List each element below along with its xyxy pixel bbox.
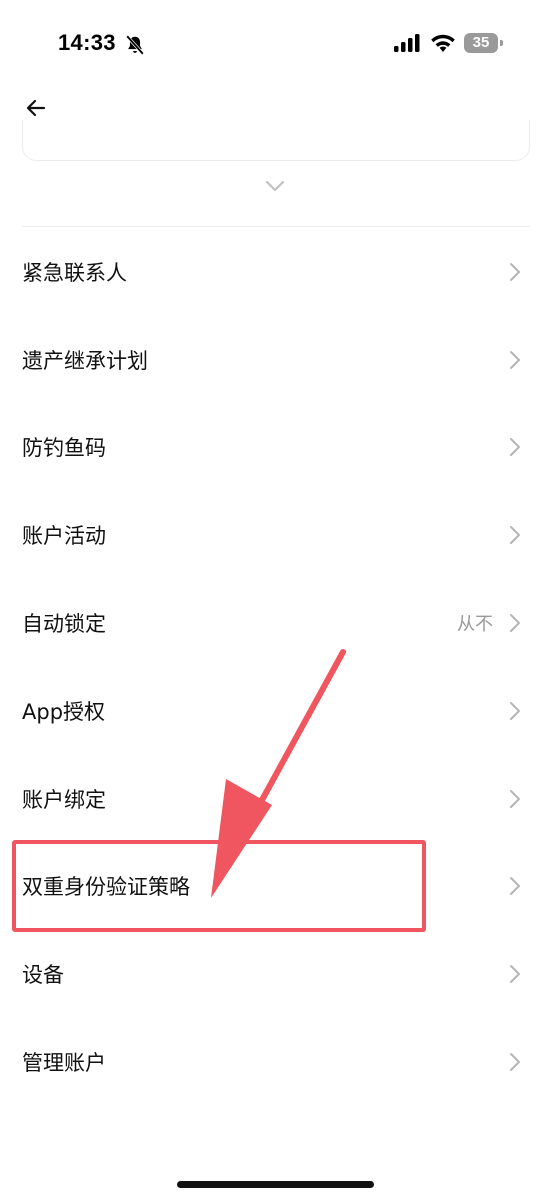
menu-item-auto-lock[interactable]: 自动锁定 从不 [0, 579, 551, 667]
menu-item-account-activity[interactable]: 账户活动 [0, 491, 551, 579]
menu-item-label: 紧急联系人 [22, 260, 127, 285]
menu-item-2fa-policy[interactable]: 双重身份验证策略 [0, 843, 551, 931]
chevron-right-icon [510, 1053, 520, 1072]
menu-item-label: App授权 [22, 699, 106, 724]
wifi-icon [431, 34, 455, 52]
menu-item-devices[interactable]: 设备 [0, 930, 551, 1018]
chevron-right-icon [510, 438, 520, 457]
chevron-right-icon [510, 526, 520, 545]
battery-level: 35 [464, 33, 498, 53]
signal-icon [394, 34, 420, 52]
menu-item-manage-account[interactable]: 管理账户 [0, 1018, 551, 1106]
status-time: 14:33 [58, 30, 116, 55]
auto-lock-value: 从不 [457, 614, 493, 636]
home-indicator[interactable] [177, 1181, 374, 1188]
menu-item-account-binding[interactable]: 账户绑定 [0, 755, 551, 843]
chevron-right-icon [510, 789, 520, 808]
chevron-right-icon [510, 614, 520, 633]
menu-item-label: 设备 [22, 963, 64, 988]
battery-tip [500, 40, 503, 46]
chevron-right-icon [510, 350, 520, 369]
chevron-right-icon [510, 877, 520, 896]
settings-menu-list: 紧急联系人 遗产继承计划 防钓鱼码 账户活动 自动锁定 从不 App授权 账户绑… [0, 228, 551, 1106]
screen: 14:33 35 紧急联系人 遗产继承计划 防钓鱼码 账户活动 自动锁定 从不 … [0, 0, 551, 1200]
menu-item-inheritance-plan[interactable]: 遗产继承计划 [0, 316, 551, 404]
menu-item-label: 防钓鱼码 [22, 436, 106, 461]
chevron-down-icon[interactable] [262, 176, 288, 196]
menu-item-label: 管理账户 [22, 1051, 106, 1076]
menu-item-app-authorization[interactable]: App授权 [0, 667, 551, 755]
menu-item-anti-phishing-code[interactable]: 防钓鱼码 [0, 404, 551, 492]
menu-item-label: 自动锁定 [22, 612, 106, 637]
chevron-right-icon [510, 701, 520, 720]
status-bar: 14:33 35 [0, 0, 551, 88]
collapsed-card [22, 120, 530, 161]
menu-item-label: 账户活动 [22, 524, 106, 549]
battery-icon: 35 [464, 33, 504, 53]
chevron-right-icon [510, 262, 520, 281]
menu-item-label: 账户绑定 [22, 787, 106, 812]
menu-item-label: 遗产继承计划 [22, 348, 148, 373]
arrow-left-icon [26, 99, 46, 117]
bell-off-icon [126, 35, 144, 55]
menu-item-label: 双重身份验证策略 [22, 875, 190, 900]
section-divider [22, 226, 530, 227]
menu-item-emergency-contacts[interactable]: 紧急联系人 [0, 228, 551, 316]
chevron-right-icon [510, 965, 520, 984]
